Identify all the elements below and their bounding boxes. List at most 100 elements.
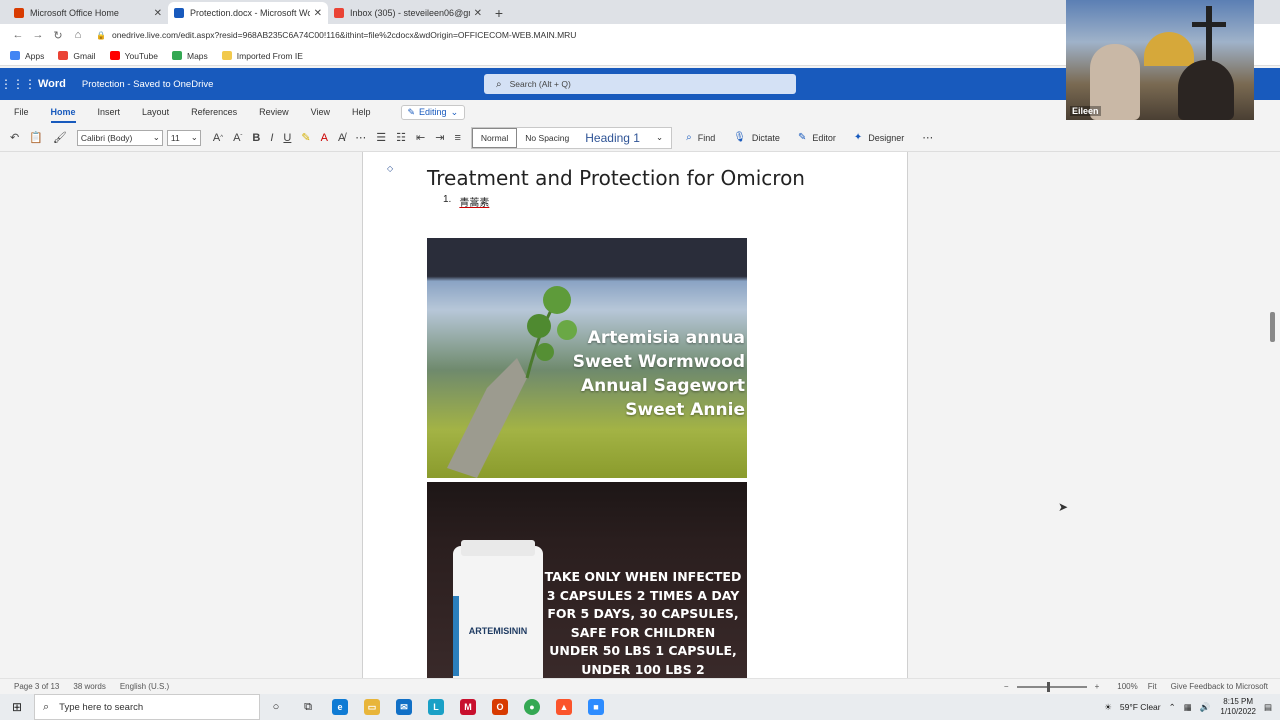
language[interactable]: English (U.S.) [120,682,169,691]
weather-icon: ☀ [1104,701,1112,712]
back-icon[interactable]: ← [8,29,28,41]
tab-insert[interactable]: Insert [98,107,121,117]
windows-start-icon[interactable]: ⊞ [0,700,34,714]
numbering-icon[interactable]: ☷ [396,131,406,144]
app-launcher-icon[interactable]: ⋮⋮⋮ [0,77,36,91]
office-icon[interactable]: O [484,694,516,720]
brave-icon[interactable]: ▲ [548,694,580,720]
url-field[interactable]: 🔒 onedrive.live.com/edit.aspx?resid=968A… [96,30,576,40]
zoom-app-icon[interactable]: ■ [580,694,612,720]
file-explorer-icon[interactable]: ▭ [356,694,388,720]
artemisinin-image[interactable]: ARTEMISININ TAKE ONLY WHEN INFECTED 3 CA… [427,482,747,678]
browser-tab-protection-docx[interactable]: Protection.docx - Microsoft Wo ✕ [168,2,328,24]
format-painter-icon[interactable]: 🖌 [53,131,67,144]
designer-button[interactable]: ✦ Designer [854,132,904,143]
mail-icon[interactable]: ✉ [388,694,420,720]
bullets-icon[interactable]: ☰ [376,131,386,144]
chevron-down-icon[interactable]: ⌄ [648,128,671,148]
clear-formatting-icon[interactable]: A̸ [338,132,345,144]
find-button[interactable]: ⌕ Find [686,132,715,143]
shrink-font-icon[interactable]: Aˇ [233,132,242,144]
folder-icon [221,51,232,60]
more-icon[interactable]: ⋯ [355,131,366,144]
browser-tab-office-home[interactable]: Microsoft Office Home ✕ [8,2,168,24]
microphone-icon: 🎙 [733,132,746,143]
task-view-icon[interactable]: ⧉ [292,694,324,720]
underline-icon[interactable]: U [283,132,291,144]
mcafee-icon[interactable]: M [452,694,484,720]
tab-review[interactable]: Review [259,107,289,117]
bold-icon[interactable]: B [252,132,260,144]
clock[interactable]: 8:15 PM 1/10/2022 [1220,697,1256,717]
font-name-select[interactable]: Calibri (Body) ⌄ [76,129,163,146]
tab-home[interactable]: Home [50,107,76,123]
feedback-link[interactable]: Give Feedback to Microsoft [1171,682,1268,691]
zoom-out-icon[interactable]: − [1004,682,1009,691]
maps-icon [171,51,182,60]
lastpass-icon[interactable]: L [420,694,452,720]
style-normal[interactable]: Normal [471,127,518,148]
align-icon[interactable]: ≡ [454,132,460,144]
edge-icon[interactable]: e [324,694,356,720]
paste-icon[interactable]: 📋 [29,131,43,144]
font-color-icon[interactable]: A [321,132,328,144]
new-tab-button[interactable]: + [488,2,510,24]
list-item[interactable]: 1. 青蒿素 [443,194,489,209]
bookmark-gmail[interactable]: Gmail [58,51,96,61]
document-name[interactable]: Protection - Saved to OneDrive [82,79,213,90]
tab-view[interactable]: View [311,107,330,117]
caption-line: UNDER 100 LBS 2 CAPSULES [581,661,705,677]
close-tab-icon[interactable]: ✕ [154,8,162,19]
editing-mode-button[interactable]: ✎ Editing ⌄ [400,104,466,120]
tab-help[interactable]: Help [352,107,371,117]
home-icon[interactable]: ⌂ [68,29,88,41]
zoom-level[interactable]: 100% [1117,682,1137,691]
chrome-icon[interactable]: ● [516,694,548,720]
browser-tab-inbox[interactable]: Inbox (305) - steveileen06@gma ✕ [328,2,488,24]
word-icon [174,8,184,18]
network-icon[interactable]: ▦ [1184,702,1192,713]
tab-file[interactable]: File [14,107,29,117]
font-name-value: Calibri (Body) [80,132,133,143]
volume-icon[interactable]: 🔊 [1200,702,1211,713]
style-no-spacing[interactable]: No Spacing [517,128,577,148]
fit-button[interactable]: Fit [1148,682,1157,691]
artemisia-image[interactable]: Artemisia annua Sweet Wormwood Annual Sa… [427,238,747,478]
document-page[interactable]: ◇ Treatment and Protection for Omicron 1… [362,152,908,678]
editor-button[interactable]: ✎ Editor [798,132,836,143]
taskbar-search[interactable]: ⌕ Type here to search [34,694,260,720]
cortana-icon[interactable]: ○ [260,694,292,720]
highlight-icon[interactable]: ✎ [301,131,310,144]
grow-font-icon[interactable]: A ^ [213,132,223,144]
forward-icon[interactable]: → [28,29,48,41]
url-text: onedrive.live.com/edit.aspx?resid=968AB2… [111,30,577,40]
search-box[interactable]: ⌕ Search (Alt + Q) [484,74,796,94]
undo-icon[interactable]: ↶ [10,131,19,144]
bookmark-imported[interactable]: Imported From IE [221,51,303,61]
notification-icon[interactable]: ▤ [1264,702,1272,713]
bookmark-youtube[interactable]: YouTube [109,51,158,61]
more-options-icon[interactable]: ⋯ [922,131,933,144]
vertical-scrollbar[interactable] [1270,312,1275,342]
bookmark-maps[interactable]: Maps [171,51,208,61]
video-call-overlay[interactable]: Eileen [1066,0,1254,120]
designer-icon: ✦ [853,132,863,143]
reload-icon[interactable]: ↻ [48,29,68,42]
tab-layout[interactable]: Layout [142,107,169,117]
dictate-button[interactable]: 🎙 Dictate [733,132,780,143]
font-size-select[interactable]: 11 ⌄ [166,129,201,146]
zoom-in-icon[interactable]: + [1095,682,1100,691]
close-tab-icon[interactable]: ✕ [474,8,482,19]
lock-icon: 🔒 [96,30,106,40]
italic-icon[interactable]: I [270,132,273,144]
zoom-slider[interactable] [1016,681,1087,692]
bookmark-apps[interactable]: Apps [10,51,44,61]
document-title[interactable]: Treatment and Protection for Omicron [427,166,805,190]
decrease-indent-icon[interactable]: ⇤ [416,131,425,144]
tab-references[interactable]: References [191,107,237,117]
style-heading-1[interactable]: Heading 1 [577,128,648,148]
increase-indent-icon[interactable]: ⇥ [435,131,444,144]
close-tab-icon[interactable]: ✕ [314,8,322,19]
weather-text[interactable]: 59°F Clear [1120,702,1161,712]
chevron-up-icon[interactable]: ⌃ [1169,702,1176,713]
